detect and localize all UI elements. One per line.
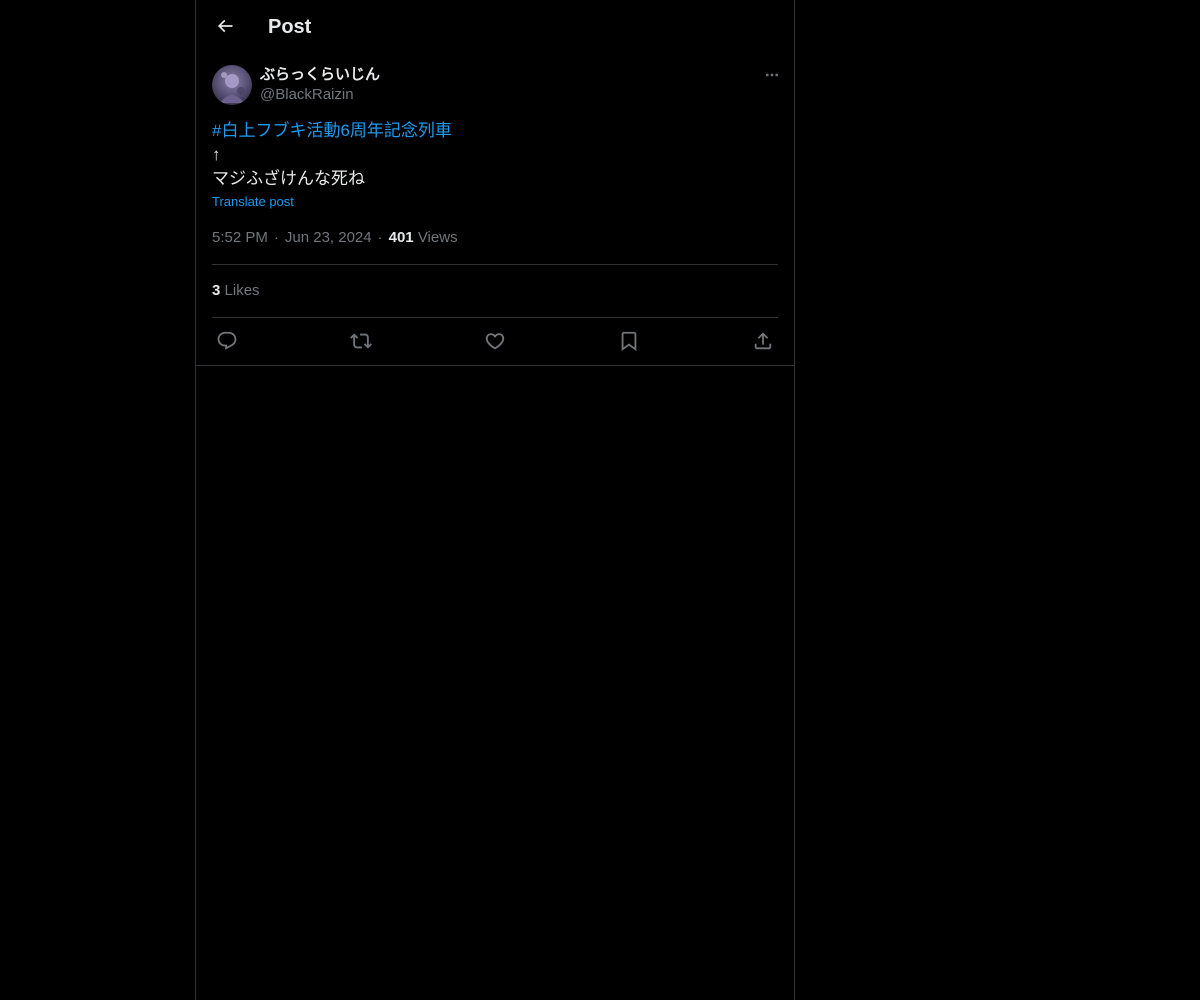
page-title: Post bbox=[268, 16, 312, 38]
post-date[interactable]: Jun 23, 2024 bbox=[285, 229, 372, 246]
post-time[interactable]: 5:52 PM bbox=[212, 229, 268, 246]
author-handle[interactable]: @BlackRaizin bbox=[260, 85, 354, 105]
avatar[interactable] bbox=[212, 65, 252, 105]
primary-column: Post ぶらっくらいじん @BlackRaizin #白上フブキ活動6周年記念… bbox=[195, 0, 795, 1000]
bookmark-button[interactable] bbox=[614, 326, 644, 356]
bookmark-icon bbox=[618, 330, 640, 352]
like-button[interactable] bbox=[480, 326, 510, 356]
reply-icon bbox=[216, 330, 238, 352]
like-icon bbox=[484, 330, 506, 352]
post-detail: ぶらっくらいじん @BlackRaizin #白上フブキ活動6周年記念列車 ↑ … bbox=[196, 53, 794, 366]
more-horizontal-icon bbox=[764, 67, 780, 83]
reply-button[interactable] bbox=[212, 326, 242, 356]
divider bbox=[212, 317, 778, 318]
arrow-left-icon bbox=[215, 16, 235, 36]
views-count: 401 bbox=[388, 229, 414, 246]
share-icon bbox=[752, 330, 774, 352]
author-display-name[interactable]: ぶらっくらいじん bbox=[260, 65, 380, 85]
action-bar bbox=[212, 323, 778, 359]
share-button[interactable] bbox=[748, 326, 778, 356]
likes-label: Likes bbox=[224, 282, 260, 299]
back-button[interactable] bbox=[208, 9, 242, 43]
hashtag-link[interactable]: #白上フブキ活動6周年記念列車 bbox=[212, 121, 452, 140]
likes-stat[interactable]: 3 Likes bbox=[212, 281, 260, 301]
post-body-line: マジふざけんな死ね bbox=[212, 169, 365, 188]
repost-icon bbox=[350, 330, 372, 352]
more-options-button[interactable] bbox=[762, 63, 782, 87]
views-label: Views bbox=[417, 229, 458, 246]
divider bbox=[212, 264, 778, 265]
repost-button[interactable] bbox=[346, 326, 376, 356]
post-metadata: 5:52 PM · Jun 23, 2024 · 401 Views bbox=[212, 228, 458, 248]
page-header: Post bbox=[196, 0, 794, 53]
post-body: #白上フブキ活動6周年記念列車 ↑ マジふざけんな死ね bbox=[212, 119, 778, 191]
separator-dot: · bbox=[377, 229, 383, 246]
separator-dot: · bbox=[273, 229, 279, 246]
translate-post-link[interactable]: Translate post bbox=[212, 194, 294, 210]
likes-count: 3 bbox=[212, 282, 221, 299]
post-body-line: ↑ bbox=[212, 145, 221, 164]
